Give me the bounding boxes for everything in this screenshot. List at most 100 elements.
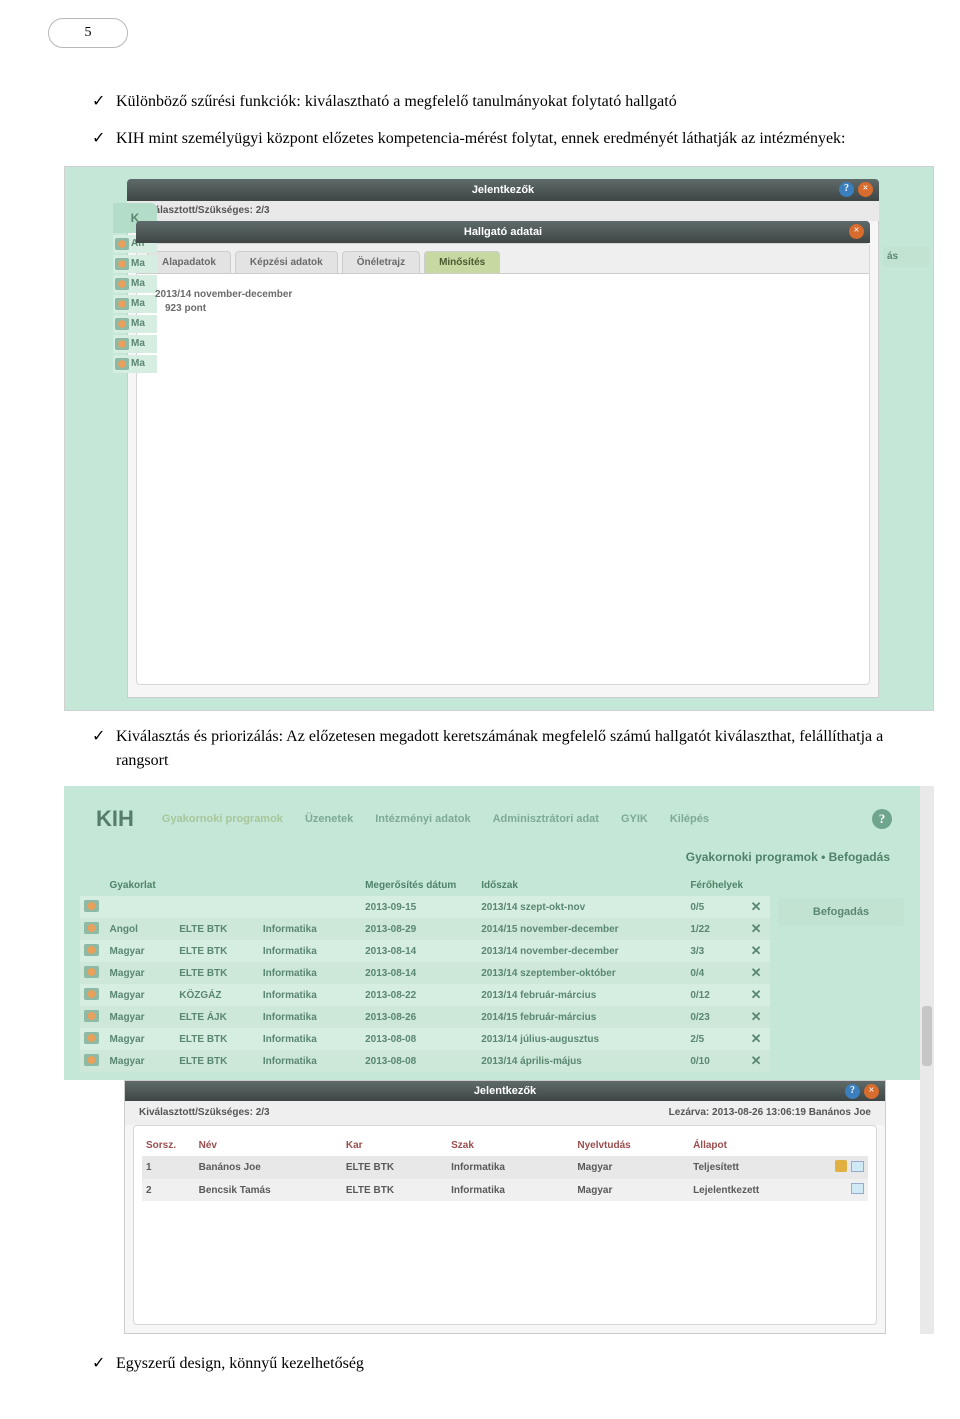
doc-icon [115,278,129,290]
jth-nev[interactable]: Név [195,1134,342,1156]
table-row[interactable]: MagyarELTE BTKInformatika2013-08-082013/… [80,1028,770,1050]
cell-period: 2013/14 február-március [477,984,686,1006]
delete-icon[interactable]: ✕ [742,984,770,1006]
doc-icon [115,338,129,350]
jelentkezok-modal: Jelentkezők ? × Kiválasztott/Szükséges: … [124,1080,886,1334]
cell-period: 2014/15 november-december [477,918,686,940]
cell-lang: Magyar [106,984,176,1006]
jth-szak[interactable]: Szak [447,1134,573,1156]
nav-intezmenyi-adatok[interactable]: Intézményi adatok [375,813,470,825]
close-icon[interactable]: × [864,1084,879,1099]
outer-modal-title: Jelentkezők ? × [127,179,879,201]
table-row[interactable]: 2013-09-152013/14 szept-okt-nov0/5✕ [80,896,770,918]
cell-szak: Informatika [259,984,361,1006]
delete-icon[interactable]: ✕ [742,940,770,962]
nav-uzenetek[interactable]: Üzenetek [305,813,353,825]
table-row[interactable]: MagyarKÖZGÁZInformatika2013-08-222013/14… [80,984,770,1006]
tab-alapadatok[interactable]: Alapadatok [147,251,231,273]
tab-minosites[interactable]: Minősítés [424,251,500,273]
bullet-1-text: Különböző szűrési funkciók: kiválaszthat… [116,90,677,115]
inner-modal-title-text: Hallgató adatai [464,226,542,238]
th-gyakorlat[interactable]: Gyakorlat [106,874,362,896]
jelentkezok-table: Sorsz. Név Kar Szak Nyelvtudás Állapot 1… [142,1134,868,1201]
cell-szak: Informatika [259,962,361,984]
cell-capacity: 0/4 [686,962,742,984]
cell-period: 2013/14 szeptember-október [477,962,686,984]
detail-icon[interactable] [851,1183,864,1194]
checkmark-icon: ✓ [92,1352,116,1377]
cell-lang: Magyar [106,1050,176,1072]
delete-icon[interactable]: ✕ [742,1028,770,1050]
cell-inst: KÖZGÁZ [175,984,259,1006]
nav-gyik[interactable]: GYIK [621,813,648,825]
nav: Gyakornoki programok Üzenetek Intézményi… [162,813,709,825]
delete-icon[interactable]: ✕ [742,962,770,984]
table-row[interactable]: AngolELTE BTKInformatika2013-08-292014/1… [80,918,770,940]
delete-icon[interactable]: ✕ [742,1050,770,1072]
table-row[interactable]: 2Bencsik TamásELTE BTKInformatikaMagyarL… [142,1179,868,1201]
help-icon[interactable]: ? [839,182,854,197]
jelentkezok-strip: Kiválasztott/Szükséges: 2/3 Lezárva: 201… [125,1101,885,1125]
cell-sorsz: 1 [142,1156,195,1179]
doc-icon [84,966,99,978]
bullet-2-text: KIH mint személyügyi központ előzetes ko… [116,127,846,152]
doc-icon [84,1032,99,1044]
cell-lang: Magyar [106,1028,176,1050]
th-idoszak[interactable]: Időszak [477,874,686,896]
nav-gyakornoki-programok[interactable]: Gyakornoki programok [162,813,283,825]
table-row[interactable]: MagyarELTE BTKInformatika2013-08-142013/… [80,962,770,984]
cell-szak [259,896,361,918]
cell-szak: Informatika [259,1006,361,1028]
delete-icon[interactable]: ✕ [742,896,770,918]
close-icon[interactable]: × [858,182,873,197]
th-megerosites-datum[interactable]: Megerősítés dátum [361,874,477,896]
doc-icon [84,988,99,1000]
result-score: 923 pont [155,302,851,316]
cell-szak: Informatika [259,918,361,940]
nav-kilepes[interactable]: Kilépés [670,813,709,825]
detail-icon[interactable] [851,1161,864,1172]
cell-date: 2013-08-29 [361,918,477,940]
doc-icon [115,318,129,330]
table-row[interactable]: MagyarELTE ÁJKInformatika2013-08-262014/… [80,1006,770,1028]
cell-capacity: 0/23 [686,1006,742,1028]
doc-icon [115,358,129,370]
tab-kepzesi-adatok[interactable]: Képzési adatok [235,251,338,273]
tabs: Alapadatok Képzési adatok Önéletrajz Min… [137,244,869,274]
doc-icon [115,238,129,250]
cell-inst: ELTE BTK [175,1050,259,1072]
cell-szak: Informatika [259,940,361,962]
cell-allapot: Teljesített [689,1156,815,1179]
cell-szak: Informatika [447,1179,573,1201]
scrollbar[interactable] [920,786,934,1334]
cell-kar: ELTE BTK [342,1179,447,1201]
result-period: 2013/14 november-december [155,288,851,302]
jth-kar[interactable]: Kar [342,1134,447,1156]
cell-period: 2013/14 szept-okt-nov [477,896,686,918]
doc-icon [84,944,99,956]
scrollbar-thumb[interactable] [922,1006,932,1066]
bullet-4: ✓ Egyszerű design, könnyű kezelhetőség [92,1352,900,1377]
breadcrumb: Gyakornoki programok • Befogadás [74,846,910,874]
outer-modal-strip: Kiválasztott/Szükséges: 2/3 [127,201,879,221]
befogadas-button[interactable]: Befogadás [778,898,904,926]
th-ferohelyek[interactable]: Férőhelyek [686,874,742,896]
jth-sorsz[interactable]: Sorsz. [142,1134,195,1156]
help-icon[interactable]: ? [872,809,892,829]
cell-inst [175,896,259,918]
delete-icon[interactable]: ✕ [742,918,770,940]
close-icon[interactable]: × [849,224,864,239]
help-icon[interactable]: ? [845,1084,860,1099]
jth-nyelvtudas[interactable]: Nyelvtudás [573,1134,689,1156]
bullet-3: ✓ Kiválasztás és priorizálás: Az előzete… [92,725,900,775]
table-row[interactable]: 1Banános JoeELTE BTKInformatikaMagyarTel… [142,1156,868,1179]
jth-allapot[interactable]: Állapot [689,1134,815,1156]
table-row[interactable]: MagyarELTE BTKInformatika2013-08-142013/… [80,940,770,962]
nav-adminisztratori-adat[interactable]: Adminisztrátori adat [493,813,599,825]
cell-actions [815,1156,868,1179]
delete-icon[interactable]: ✕ [742,1006,770,1028]
cell-kar: ELTE BTK [342,1156,447,1179]
tab-oneletrajz[interactable]: Önéletrajz [342,251,420,273]
table-row[interactable]: MagyarELTE BTKInformatika2013-08-082013/… [80,1050,770,1072]
cell-szak: Informatika [447,1156,573,1179]
